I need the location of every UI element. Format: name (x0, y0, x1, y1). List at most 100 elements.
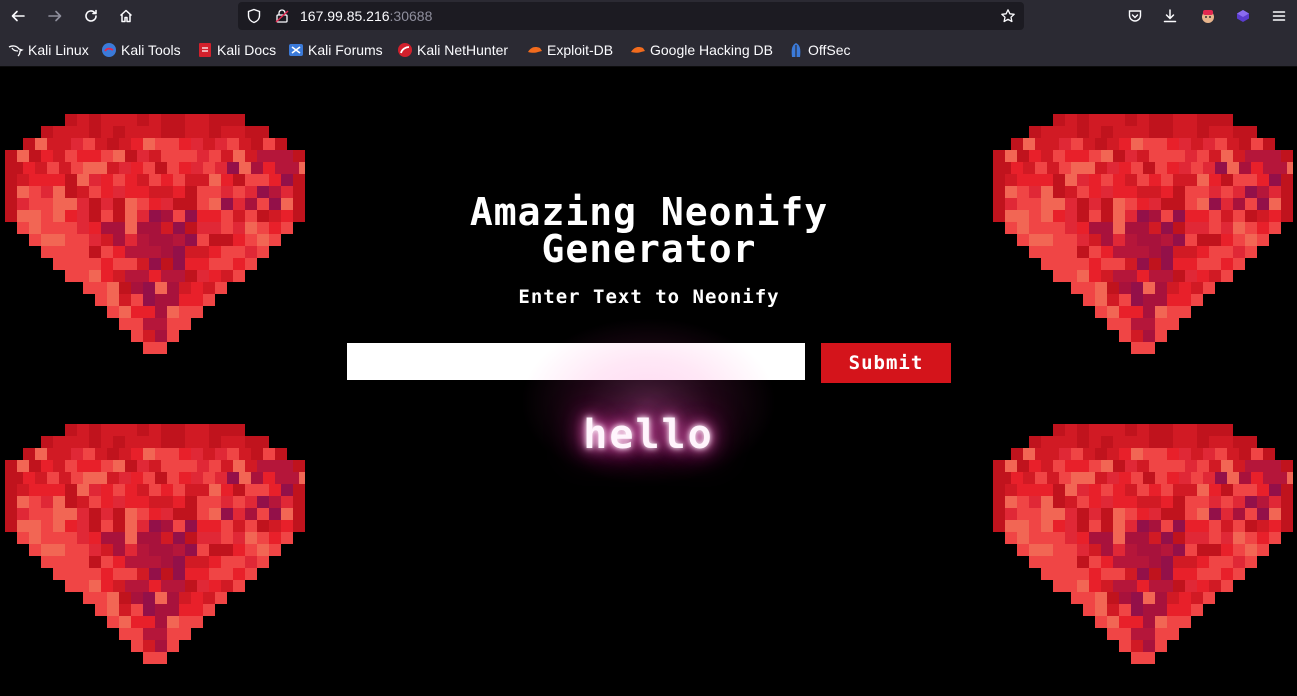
gem-pixel (1221, 234, 1233, 246)
downloads-button[interactable] (1157, 3, 1183, 29)
bookmark-kali-linux[interactable]: Kali Linux (8, 41, 89, 59)
gem-pixel (185, 460, 197, 472)
gem-pixel (215, 282, 227, 294)
gem-pixel (1179, 138, 1191, 150)
pocket-button[interactable] (1122, 3, 1148, 29)
gem-pixel (251, 162, 263, 174)
address-bar[interactable]: 167.99.85.216:30688 (238, 2, 1024, 30)
gem-pixel (113, 186, 125, 198)
gem-pixel (1221, 174, 1233, 186)
gem-pixel (137, 234, 149, 246)
bookmark-label: Kali Forums (308, 42, 383, 58)
bookmark-kali-docs[interactable]: Kali Docs (197, 41, 276, 59)
shield-icon[interactable] (246, 8, 262, 24)
gem-pixel (1257, 508, 1269, 520)
gem-pixel (197, 484, 209, 496)
bookmark-google-hacking-db[interactable]: Google Hacking DB (630, 41, 773, 59)
gem-pixel (149, 198, 161, 210)
bookmark-star-icon[interactable] (1000, 8, 1016, 24)
gem-pixel (167, 640, 179, 652)
gem-pixel (1089, 520, 1101, 532)
submit-button[interactable]: Submit (821, 343, 951, 383)
gem-pixel (1065, 580, 1077, 592)
bookmark-offsec[interactable]: OffSec (788, 41, 851, 59)
gem-pixel (1119, 616, 1131, 628)
gem-pixel (119, 448, 131, 460)
gem-pixel (1059, 448, 1071, 460)
gem-pixel (149, 258, 161, 270)
gem-pixel (1065, 198, 1077, 210)
gem-pixel (1269, 150, 1281, 162)
gem-pixel (1041, 508, 1053, 520)
gem-pixel (1221, 198, 1233, 210)
gem-pixel (221, 270, 233, 282)
gem-pixel (89, 556, 101, 568)
gem-pixel (1065, 568, 1077, 580)
gem-pixel (1053, 210, 1065, 222)
gem-pixel (233, 246, 245, 258)
home-button[interactable] (113, 3, 139, 29)
gem-pixel (77, 496, 89, 508)
gem-pixel (1263, 162, 1275, 174)
gem-pixel (161, 186, 173, 198)
reload-button[interactable] (78, 3, 104, 29)
gem-pixel (1089, 198, 1101, 210)
gem-pixel (1167, 616, 1179, 628)
gem-pixel (1197, 126, 1209, 138)
gem-pixel (1113, 460, 1125, 472)
gem-pixel (269, 532, 281, 544)
gem-pixel (1173, 568, 1185, 580)
bookmark-exploit-db[interactable]: Exploit-DB (527, 41, 613, 59)
gem-pixel (1125, 580, 1137, 592)
gem-pixel (197, 496, 209, 508)
gem-pixel (1221, 460, 1233, 472)
gem-pixel (1185, 234, 1197, 246)
gem-pixel (1245, 222, 1257, 234)
gem-pixel (1161, 424, 1173, 436)
menu-button[interactable] (1266, 3, 1292, 29)
gem-pixel (293, 508, 305, 520)
gem-pixel (35, 472, 47, 484)
bookmark-kali-nethunter[interactable]: Kali NetHunter (397, 41, 508, 59)
bookmark-kali-forums[interactable]: Kali Forums (288, 41, 383, 59)
gem-pixel (1185, 496, 1197, 508)
gem-pixel (1137, 544, 1149, 556)
gem-pixel (1221, 246, 1233, 258)
gem-pixel (161, 222, 173, 234)
extension-button[interactable] (1230, 3, 1256, 29)
gem-pixel (197, 556, 209, 568)
back-button[interactable] (5, 3, 31, 29)
insecure-lock-icon[interactable] (274, 8, 290, 24)
gem-pixel (1041, 436, 1053, 448)
gem-pixel (293, 496, 305, 508)
gem-pixel (1095, 616, 1107, 628)
gem-pixel (173, 150, 185, 162)
gem-pixel (113, 258, 125, 270)
gem-pixel (251, 448, 263, 460)
gem-pixel (113, 150, 125, 162)
gem-pixel (1257, 496, 1269, 508)
forward-button[interactable] (42, 3, 68, 29)
gem-pixel (1005, 222, 1017, 234)
gem-pixel (185, 436, 197, 448)
gem-pixel (77, 544, 89, 556)
url-text[interactable]: 167.99.85.216:30688 (300, 7, 432, 25)
gem-pixel (1077, 580, 1089, 592)
gem-pixel (1089, 150, 1101, 162)
gem-pixel (269, 508, 281, 520)
gem-pixel (179, 592, 191, 604)
gem-pixel (59, 448, 71, 460)
pixel-gem-bottom-left (5, 422, 305, 664)
gem-pixel (1185, 114, 1197, 126)
gem-pixel (239, 448, 251, 460)
bookmark-label: Kali Tools (121, 42, 181, 58)
gem-pixel (113, 174, 125, 186)
bookmark-kali-tools[interactable]: Kali Tools (101, 41, 181, 59)
gem-pixel (1197, 460, 1209, 472)
gem-pixel (1053, 126, 1065, 138)
account-button[interactable] (1195, 3, 1221, 29)
gem-pixel (269, 150, 281, 162)
gem-pixel (173, 258, 185, 270)
gem-pixel (65, 234, 77, 246)
gem-pixel (149, 484, 161, 496)
